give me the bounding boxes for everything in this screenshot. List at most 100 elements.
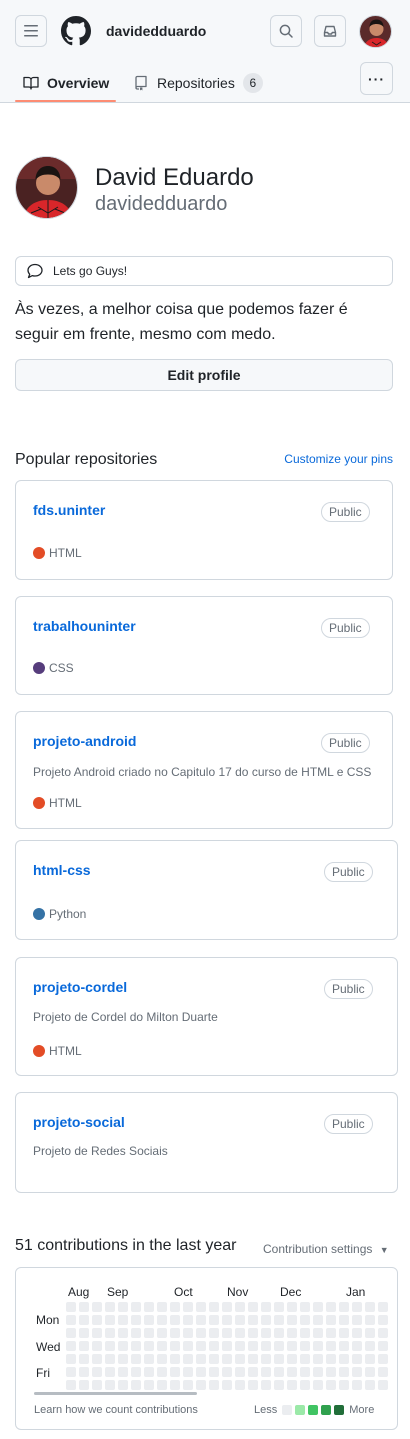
contribution-day-cell[interactable] [261,1354,271,1364]
contribution-day-cell[interactable] [105,1328,115,1338]
contribution-day-cell[interactable] [196,1354,206,1364]
contribution-day-cell[interactable] [92,1341,102,1351]
profile-avatar[interactable] [15,156,78,219]
contribution-day-cell[interactable] [313,1341,323,1351]
contribution-settings-dropdown[interactable]: Contribution settings ▼ [263,1242,389,1256]
contribution-day-cell[interactable] [261,1341,271,1351]
contribution-day-cell[interactable] [105,1341,115,1351]
contribution-day-cell[interactable] [287,1328,297,1338]
contribution-day-cell[interactable] [131,1367,141,1377]
contribution-day-cell[interactable] [365,1367,375,1377]
contribution-day-cell[interactable] [339,1302,349,1312]
contribution-day-cell[interactable] [157,1354,167,1364]
contribution-day-cell[interactable] [209,1354,219,1364]
contribution-day-cell[interactable] [196,1328,206,1338]
contribution-day-cell[interactable] [313,1380,323,1390]
github-mark-icon[interactable] [61,16,91,46]
contribution-day-cell[interactable] [339,1367,349,1377]
contribution-day-cell[interactable] [261,1302,271,1312]
contribution-day-cell[interactable] [378,1302,388,1312]
inbox-button[interactable] [314,15,346,47]
user-status[interactable]: Lets go Guys! [15,256,393,286]
contribution-day-cell[interactable] [274,1341,284,1351]
repo-name-link[interactable]: projeto-android [33,733,136,749]
contribution-day-cell[interactable] [300,1354,310,1364]
contribution-day-cell[interactable] [209,1341,219,1351]
contribution-day-cell[interactable] [235,1315,245,1325]
contribution-day-cell[interactable] [378,1380,388,1390]
contribution-day-cell[interactable] [131,1341,141,1351]
repo-name-link[interactable]: projeto-social [33,1114,125,1130]
contribution-day-cell[interactable] [378,1367,388,1377]
contribution-day-cell[interactable] [261,1315,271,1325]
contribution-day-cell[interactable] [261,1367,271,1377]
contribution-day-cell[interactable] [105,1380,115,1390]
contribution-day-cell[interactable] [365,1328,375,1338]
contribution-day-cell[interactable] [118,1367,128,1377]
contribution-day-cell[interactable] [79,1302,89,1312]
contribution-day-cell[interactable] [209,1380,219,1390]
contribution-day-cell[interactable] [144,1354,154,1364]
contribution-day-cell[interactable] [313,1302,323,1312]
contribution-day-cell[interactable] [131,1354,141,1364]
contribution-day-cell[interactable] [183,1354,193,1364]
contribution-day-cell[interactable] [287,1302,297,1312]
contribution-day-cell[interactable] [105,1302,115,1312]
contribution-day-cell[interactable] [339,1315,349,1325]
repo-name-link[interactable]: projeto-cordel [33,979,127,995]
learn-contributions-link[interactable]: Learn how we count contributions [34,1404,198,1416]
contribution-day-cell[interactable] [105,1315,115,1325]
contribution-day-cell[interactable] [339,1341,349,1351]
contribution-day-cell[interactable] [196,1380,206,1390]
contribution-day-cell[interactable] [261,1328,271,1338]
contribution-day-cell[interactable] [209,1367,219,1377]
contribution-day-cell[interactable] [66,1341,76,1351]
contribution-day-cell[interactable] [235,1354,245,1364]
contribution-day-cell[interactable] [352,1341,362,1351]
contribution-day-cell[interactable] [365,1341,375,1351]
contribution-day-cell[interactable] [222,1302,232,1312]
contribution-day-cell[interactable] [196,1367,206,1377]
contribution-day-cell[interactable] [66,1354,76,1364]
contribution-day-cell[interactable] [235,1302,245,1312]
contribution-day-cell[interactable] [378,1315,388,1325]
tab-repositories[interactable]: Repositories 6 [133,62,263,103]
contribution-day-cell[interactable] [326,1328,336,1338]
contribution-day-cell[interactable] [170,1354,180,1364]
contribution-day-cell[interactable] [248,1380,258,1390]
contribution-day-cell[interactable] [118,1341,128,1351]
contribution-day-cell[interactable] [287,1380,297,1390]
contribution-day-cell[interactable] [326,1367,336,1377]
contribution-day-cell[interactable] [352,1315,362,1325]
contribution-day-cell[interactable] [196,1302,206,1312]
contribution-day-cell[interactable] [118,1302,128,1312]
contribution-day-cell[interactable] [339,1354,349,1364]
contribution-day-cell[interactable] [248,1354,258,1364]
contribution-day-cell[interactable] [378,1341,388,1351]
contribution-day-cell[interactable] [352,1302,362,1312]
contribution-day-cell[interactable] [352,1380,362,1390]
contribution-day-cell[interactable] [66,1328,76,1338]
contribution-day-cell[interactable] [92,1315,102,1325]
contribution-day-cell[interactable] [144,1302,154,1312]
contribution-day-cell[interactable] [365,1354,375,1364]
contribution-day-cell[interactable] [222,1328,232,1338]
contribution-day-cell[interactable] [183,1380,193,1390]
contribution-day-cell[interactable] [92,1367,102,1377]
contribution-day-cell[interactable] [248,1341,258,1351]
contribution-day-cell[interactable] [170,1328,180,1338]
contribution-day-cell[interactable] [313,1328,323,1338]
contribution-day-cell[interactable] [209,1315,219,1325]
contribution-day-cell[interactable] [92,1328,102,1338]
contribution-day-cell[interactable] [274,1380,284,1390]
contribution-day-cell[interactable] [79,1380,89,1390]
contribution-day-cell[interactable] [300,1328,310,1338]
contribution-day-cell[interactable] [274,1328,284,1338]
contribution-day-cell[interactable] [183,1328,193,1338]
contribution-day-cell[interactable] [131,1302,141,1312]
contribution-day-cell[interactable] [352,1328,362,1338]
contribution-day-cell[interactable] [157,1328,167,1338]
contribution-day-cell[interactable] [79,1354,89,1364]
contribution-day-cell[interactable] [261,1380,271,1390]
contribution-day-cell[interactable] [300,1367,310,1377]
